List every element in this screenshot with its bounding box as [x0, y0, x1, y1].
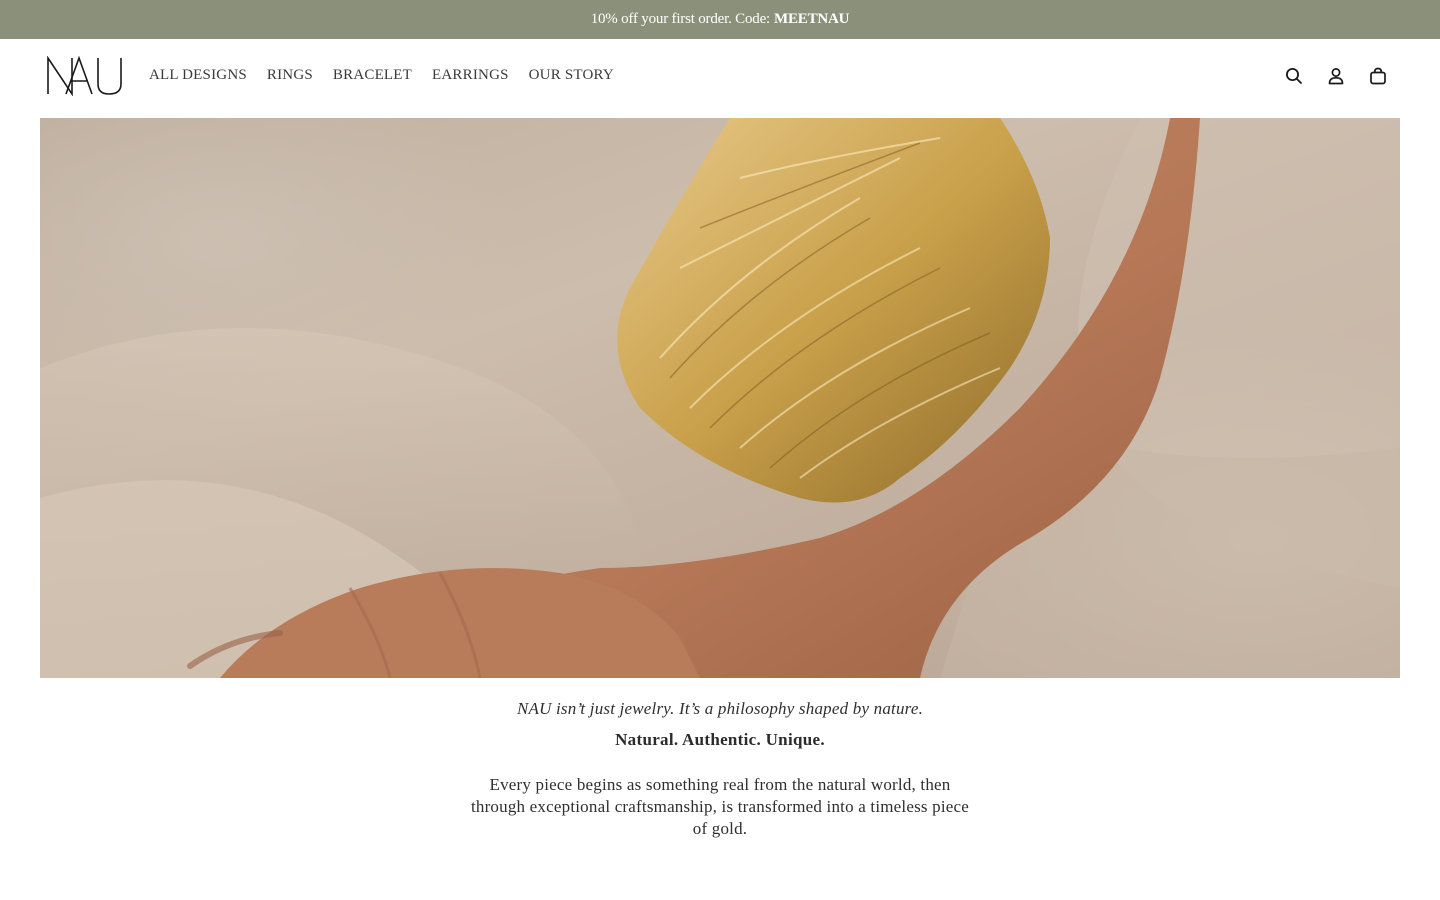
intro-tagline: NAU isn’t just jewelry. It’s a philosoph…	[516, 699, 924, 718]
main-nav: ALL DESIGNS RINGS BRACELET EARRINGS OUR …	[149, 39, 634, 112]
promo-bar: 10% off your first order. Code: MEETNAU	[0, 0, 1440, 39]
header-icons	[1262, 66, 1388, 86]
promo-code: MEETNAU	[774, 11, 850, 27]
nav-item-all-designs[interactable]: ALL DESIGNS	[149, 67, 247, 84]
cart-icon[interactable]	[1368, 66, 1388, 86]
hero-image	[40, 118, 1400, 678]
nav-item-our-story[interactable]: OUR STORY	[529, 67, 614, 84]
nav-item-earrings[interactable]: EARRINGS	[432, 67, 509, 84]
hero-illustration	[40, 118, 1400, 678]
site-header: ALL DESIGNS RINGS BRACELET EARRINGS OUR …	[0, 39, 1440, 118]
nav-item-rings[interactable]: RINGS	[267, 67, 313, 84]
intro-pillars: Natural. Authentic. Unique.	[615, 730, 825, 749]
promo-text: 10% off your first order. Code:	[590, 11, 771, 27]
account-icon[interactable]	[1326, 66, 1346, 86]
search-icon[interactable]	[1284, 66, 1304, 86]
nav-item-bracelet[interactable]: BRACELET	[333, 67, 412, 84]
brand-logo[interactable]	[46, 55, 124, 97]
intro-body: Every piece begins as something real fro…	[470, 775, 970, 838]
